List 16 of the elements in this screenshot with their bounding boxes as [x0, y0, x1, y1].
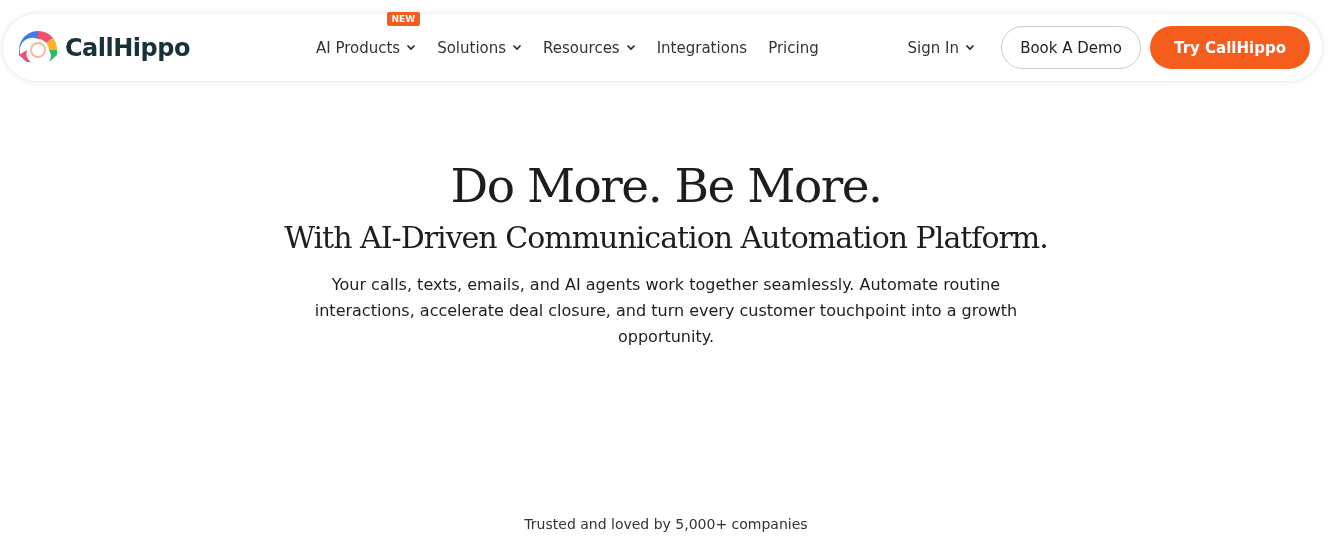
hero-title: Do More. Be More.: [450, 158, 882, 214]
logo-text: CallHippo: [65, 33, 190, 62]
chevron-down-icon: [512, 44, 523, 51]
nav-link[interactable]: Solutions: [437, 38, 523, 57]
nav-link[interactable]: Integrations: [656, 38, 748, 57]
sign-in-link[interactable]: Sign In: [907, 38, 975, 57]
demo-button[interactable]: Book A Demo: [1001, 26, 1141, 69]
nav-link[interactable]: Pricing: [768, 38, 819, 57]
nav-link[interactable]: Resources: [543, 38, 636, 57]
new-badge: NEW: [386, 11, 421, 26]
chevron-down-icon: [625, 44, 636, 51]
chevron-down-icon: [406, 44, 417, 51]
trusted-text: Trusted and loved by 5,000+ companies: [524, 516, 808, 532]
chevron-down-icon: [965, 44, 975, 51]
hero-subtitle: With AI-Driven Communication Automation Platform.: [284, 219, 1048, 257]
hero-description: Your calls, texts, emails, and AI agents work together seamlessly. Automate routine interactions, accelerate deal closure, and turn every customer touchpoint into a growth opportunity.: [313, 274, 1019, 348]
